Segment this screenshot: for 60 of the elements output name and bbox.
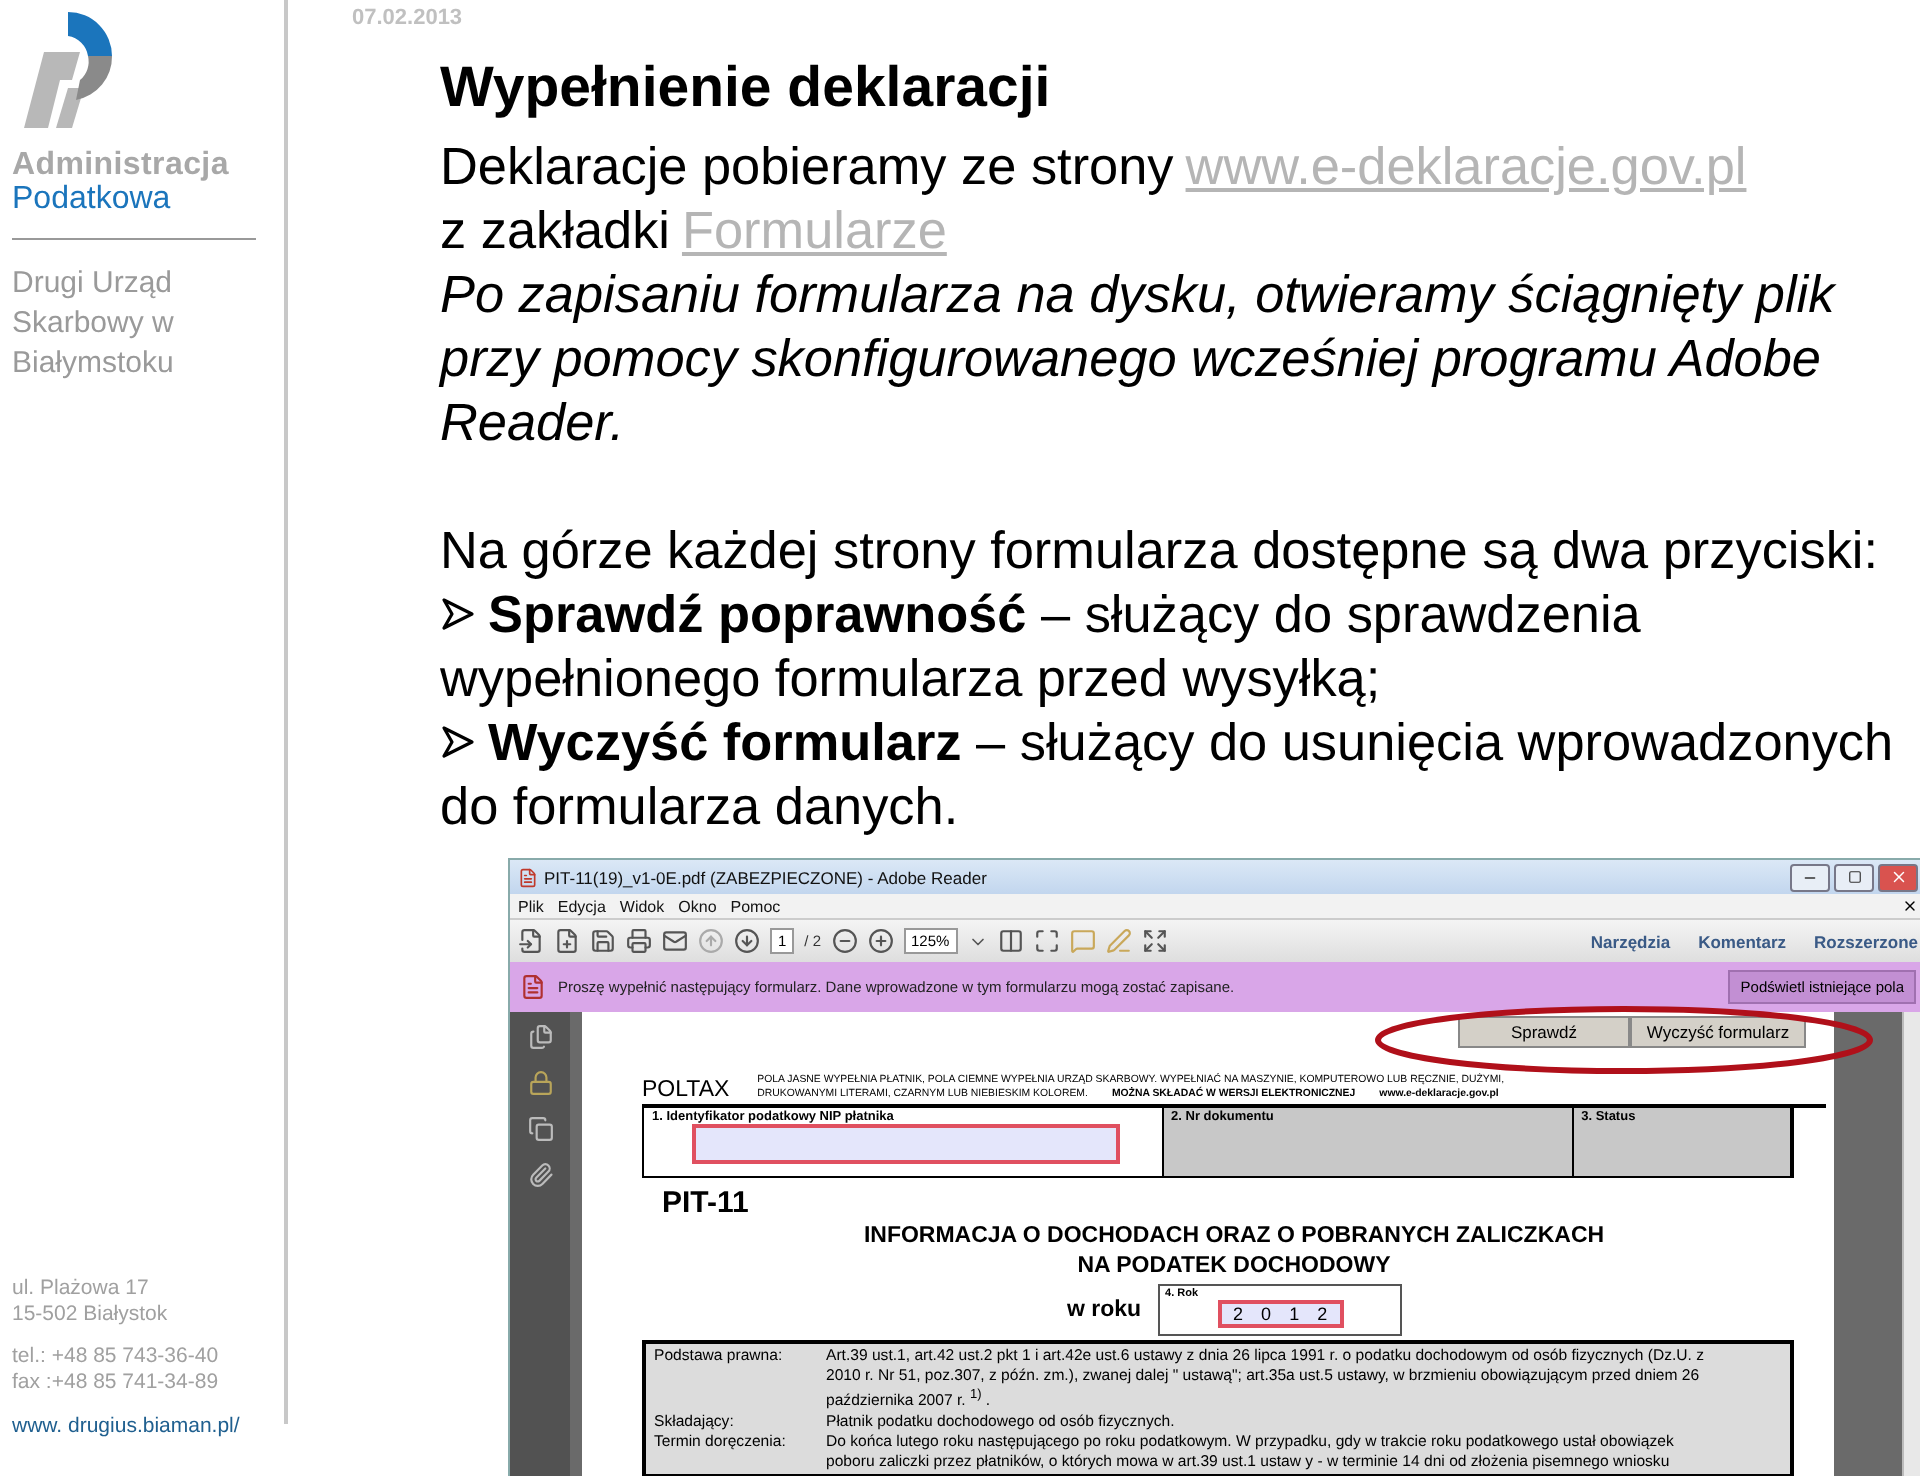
scrollbar[interactable] <box>1902 1012 1920 1476</box>
zoom-in-icon[interactable] <box>867 928 894 954</box>
fit-page-icon[interactable] <box>997 928 1024 954</box>
menu-item[interactable]: Plik <box>518 897 544 915</box>
slide-date: 07.02.2013 <box>352 6 465 30</box>
close-icon[interactable] <box>1902 898 1918 914</box>
form-code: PIT-11 <box>662 1186 751 1220</box>
address-line: 15-502 Białystok <box>12 1302 168 1328</box>
fit-width-icon[interactable] <box>1033 928 1060 954</box>
menu-item[interactable]: Pomoc <box>730 897 781 915</box>
form-document-icon <box>520 974 546 1000</box>
minimize-button[interactable] <box>1790 863 1830 891</box>
form-button[interactable]: Wyczyść formularz <box>1630 1016 1806 1048</box>
year-label: w roku <box>1066 1298 1142 1322</box>
bullet-text: Wyczyść formularz – służący do usunięcia wprowadzonych <box>488 710 1894 774</box>
mail-icon[interactable] <box>662 928 688 954</box>
arrowhead-bullet-icon <box>440 724 476 760</box>
pdf-file-icon <box>518 867 538 887</box>
bullet-text: wypełnionego formularza przed wysyłką; <box>440 646 1381 710</box>
logo-text: Podatkowa <box>12 182 173 218</box>
logo-text: Administracja <box>12 148 231 184</box>
year-input-field[interactable]: 2 0 1 2 <box>1217 1300 1344 1328</box>
file-arrow-icon[interactable] <box>518 928 544 954</box>
form-heading: NA PODATEK DOCHODOWY <box>1075 1254 1393 1280</box>
form-heading: INFORMACJA O DOCHODACH ORAZ O POBRANYCH ZALICZKACH <box>861 1224 1607 1250</box>
intro-text: z zakładki <box>440 198 670 262</box>
panel-button[interactable]: Rozszerzone <box>1814 931 1918 951</box>
menu-item[interactable]: Widok <box>619 897 665 915</box>
contact-line: fax :+48 85 741-34-89 <box>12 1370 219 1396</box>
expand-icon[interactable] <box>1141 928 1168 954</box>
office-name: Drugi Urząd Skarbowy w Białymstoku <box>12 264 176 384</box>
window-title: PIT-11(19)_v1-0E.pdf (ZABEZPIECZONE) - Adobe Reader <box>544 867 987 887</box>
printer-icon[interactable] <box>626 928 652 954</box>
bullet-text: do formularza danych. <box>440 774 959 838</box>
nip-input-field[interactable] <box>692 1124 1120 1164</box>
form-button[interactable]: Sprawdź <box>1458 1016 1630 1048</box>
slide-title: Wypełnienie deklaracji <box>440 56 1053 122</box>
menu-item[interactable]: Edycja <box>557 897 606 915</box>
lead-text: Na górze każdej strony formularza dostępne są dwa przyciski: <box>440 518 1881 582</box>
paperclip-icon[interactable] <box>527 1162 553 1188</box>
website-link[interactable]: www. drugius.biaman.pl/ <box>12 1414 240 1438</box>
menu-item[interactable]: Okno <box>678 897 717 915</box>
save-icon[interactable] <box>590 928 616 954</box>
zoom-out-icon[interactable] <box>831 928 858 954</box>
intro-text: Deklaracje pobieramy ze strony <box>440 134 1174 198</box>
arrowhead-bullet-icon <box>440 596 476 632</box>
address-line: ul. Plażowa 17 <box>12 1276 149 1302</box>
arrow-down-icon[interactable] <box>734 928 760 954</box>
file-plus-icon[interactable] <box>554 928 580 954</box>
maximize-icon[interactable] <box>1847 870 1861 884</box>
maximize-button[interactable] <box>1834 863 1874 891</box>
note-paragraph: Po zapisaniu formularza na dysku, otwieramy ściągnięty plik przy pomocy skonfigurowanego wcześniej programu Adobe Reader. <box>440 262 1839 454</box>
panel-button[interactable]: Komentarz <box>1698 931 1787 951</box>
lock-icon[interactable] <box>527 1070 553 1096</box>
pages-icon[interactable] <box>527 1024 553 1050</box>
contact-line: tel.: +48 85 743-36-40 <box>12 1344 219 1370</box>
panel-button[interactable]: Narzędzia <box>1590 931 1671 951</box>
copy-icon[interactable] <box>527 1116 553 1142</box>
poltax-label: POLTAX <box>642 1078 730 1102</box>
bullet-text: Sprawdź poprawność – służący do sprawdzenia <box>488 582 1641 646</box>
